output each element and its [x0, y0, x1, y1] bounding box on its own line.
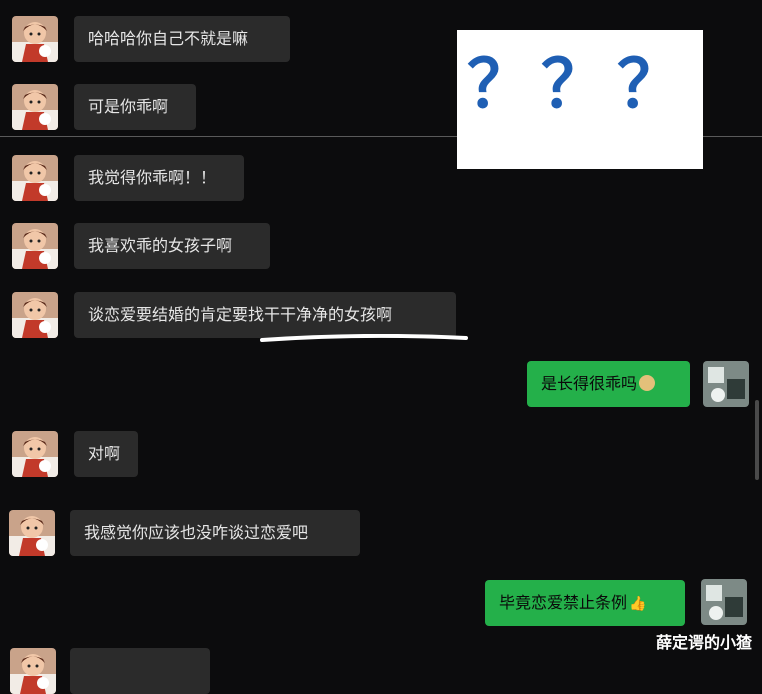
thumbs-up-icon: 👍: [629, 596, 647, 612]
question-mark: ？: [617, 46, 683, 123]
chat-bubble[interactable]: 对啊: [74, 431, 138, 477]
avatar-me[interactable]: [701, 579, 747, 625]
bubble-text: 毕竟恋爱禁止条例: [499, 593, 628, 612]
avatar-me[interactable]: [703, 361, 749, 407]
question-marks-overlay: ？ ？ ？: [457, 30, 703, 169]
chat-bubble[interactable]: 可是你乖啊: [74, 84, 196, 130]
avatar[interactable]: [12, 292, 58, 338]
question-mark: ？: [467, 46, 533, 123]
chat-bubble-me[interactable]: 是长得很乖吗: [527, 361, 690, 407]
question-mark: ？: [541, 46, 607, 123]
chat-bubble[interactable]: 谈恋爱要结婚的肯定要找干干净净的女孩啊: [74, 292, 456, 338]
chat-bubble-me[interactable]: 毕竟恋爱禁止条例 👍: [485, 580, 685, 626]
watermark: 薛定谔的小猹: [655, 633, 752, 652]
avatar[interactable]: [12, 431, 58, 477]
avatar[interactable]: [12, 155, 58, 201]
chat-bubble[interactable]: [70, 648, 210, 694]
chat-bubble[interactable]: 我喜欢乖的女孩子啊: [74, 223, 270, 269]
avatar[interactable]: [9, 510, 55, 556]
avatar[interactable]: [10, 648, 56, 694]
avatar[interactable]: [12, 223, 58, 269]
avatar[interactable]: [12, 84, 58, 130]
hand-drawn-underline: [260, 334, 468, 342]
chat-bubble[interactable]: 我感觉你应该也没咋谈过恋爱吧: [70, 510, 360, 556]
chat-bubble[interactable]: 哈哈哈你自己不就是嘛: [74, 16, 290, 62]
blushing-face-icon: [639, 375, 656, 391]
chat-bubble[interactable]: 我觉得你乖啊！！: [74, 155, 244, 201]
scrollbar[interactable]: [755, 400, 759, 480]
bubble-text: 是长得很乖吗: [541, 374, 638, 393]
avatar[interactable]: [12, 16, 58, 62]
